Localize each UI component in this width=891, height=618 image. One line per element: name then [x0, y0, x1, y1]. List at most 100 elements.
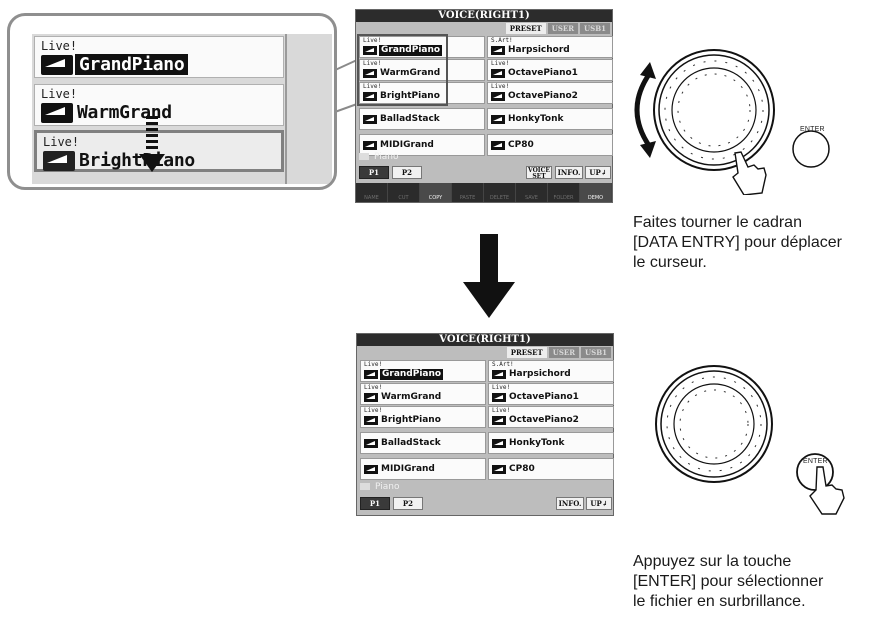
voice-set-label-2: SET: [532, 173, 546, 180]
voice-grid: Live! GrandPiano Live! WarmGrand Live! B…: [357, 34, 613, 161]
piano-icon: [43, 151, 75, 171]
caption-rotate: Faites tourner le cadran [DATA ENTRY] po…: [633, 213, 842, 273]
folder-path: Piano: [359, 151, 398, 163]
voice-item[interactable]: BalladStack: [360, 432, 486, 454]
zoom-voice-prefix: Live!: [41, 39, 78, 53]
voice-item[interactable]: Live! GrandPiano: [360, 360, 486, 382]
keyboard-icon: [491, 92, 505, 101]
voice-item[interactable]: Live! OctavePiano1: [488, 383, 614, 405]
piano-icon: [363, 115, 377, 124]
selection-cursor: [357, 34, 448, 106]
up-button[interactable]: UP↲: [585, 166, 611, 179]
voice-prefix: Live!: [364, 384, 383, 391]
voice-item[interactable]: CP80: [487, 134, 613, 156]
voice-name: HonkyTonk: [508, 114, 564, 124]
arrow-down-icon: [139, 116, 165, 176]
keyboard-icon: [492, 393, 506, 402]
tab-bar: PRESET USER USB1: [506, 347, 611, 358]
voice-prefix: Live!: [364, 407, 383, 414]
up-button[interactable]: UP↲: [586, 497, 612, 510]
tab-usb1[interactable]: USB1: [580, 23, 610, 34]
voice-prefix: Live!: [492, 384, 511, 391]
voice-item[interactable]: CP80: [488, 458, 614, 480]
piano-icon: [363, 141, 377, 150]
tab-usb1[interactable]: USB1: [581, 347, 611, 358]
piano-icon: [491, 46, 505, 55]
voice-item[interactable]: BalladStack: [359, 108, 485, 130]
enter-button[interactable]: [792, 130, 830, 168]
demo-button[interactable]: DEMO: [580, 183, 612, 202]
voice-name: OctavePiano2: [509, 415, 579, 425]
folder-name: Piano: [375, 482, 400, 492]
delete-button[interactable]: DELETE: [484, 183, 516, 202]
voice-item[interactable]: Live! WarmGrand: [360, 383, 486, 405]
voice-item[interactable]: Live! BrightPiano: [360, 406, 486, 428]
piano-icon: [364, 439, 378, 448]
copy-button[interactable]: COPY: [420, 183, 452, 202]
folder-icon: [359, 153, 369, 160]
cut-button[interactable]: CUT: [388, 183, 420, 202]
info-button[interactable]: INFO.: [556, 497, 584, 510]
zoom-callout: Live! GrandPiano Live! WarmGrand Live! B…: [7, 13, 337, 190]
voice-item[interactable]: MIDIGrand: [360, 458, 486, 480]
paste-button[interactable]: PASTE: [452, 183, 484, 202]
voice-prefix: S.Art!: [491, 37, 513, 44]
voice-name: MIDIGrand: [381, 464, 435, 474]
arrow-down-icon: [463, 234, 515, 318]
voice-name: GrandPiano: [380, 369, 444, 380]
voice-item[interactable]: S.Art! Harpsichord: [487, 36, 613, 58]
voice-prefix: Live!: [492, 407, 511, 414]
data-entry-dial[interactable]: [655, 365, 773, 483]
voice-name: CP80: [509, 464, 535, 474]
lcd-screen-bottom: VOICE(RIGHT1) PRESET USER USB1 Live! Gra…: [356, 333, 614, 516]
piano-icon: [364, 370, 378, 379]
piano-icon: [364, 393, 378, 402]
voice-name: Harpsichord: [508, 45, 570, 55]
function-bar: NAME CUT COPY PASTE DELETE SAVE FOLDER D…: [356, 183, 612, 202]
page-1-button[interactable]: P1: [359, 166, 389, 179]
tab-preset[interactable]: PRESET: [505, 23, 546, 34]
tab-user[interactable]: USER: [547, 23, 579, 34]
enter-label-bottom: ENTER: [803, 458, 828, 465]
voice-item[interactable]: HonkyTonk: [487, 108, 613, 130]
voice-name: OctavePiano2: [508, 91, 578, 101]
zoom-column-divider: [285, 34, 287, 184]
page-2-button[interactable]: P2: [393, 497, 423, 510]
folder-button[interactable]: FOLDER: [548, 183, 580, 202]
folder-icon: [360, 483, 370, 490]
zoom-voice-name: BrightPiano: [79, 150, 195, 171]
name-button[interactable]: NAME: [356, 183, 388, 202]
caption-line: Appuyez sur la touche: [633, 553, 792, 570]
screen-title: VOICE(RIGHT1): [356, 10, 612, 22]
keyboard-icon: [491, 115, 505, 124]
voice-prefix: Live!: [364, 361, 383, 368]
folder-path: Piano: [360, 481, 399, 493]
caption-line: Faites tourner le cadran: [633, 214, 802, 231]
page-1-button[interactable]: P1: [360, 497, 390, 510]
voice-grid: Live! GrandPiano Live! WarmGrand Live! B…: [360, 360, 614, 485]
caption-line: [DATA ENTRY] pour déplacer: [633, 234, 842, 251]
save-button[interactable]: SAVE: [516, 183, 548, 202]
keyboard-icon: [491, 141, 505, 150]
zoom-voice-item[interactable]: Live! GrandPiano: [34, 36, 284, 78]
page-2-button[interactable]: P2: [392, 166, 422, 179]
voice-name: CP80: [508, 140, 534, 150]
voice-set-button[interactable]: VOICE SET: [526, 166, 552, 180]
voice-item[interactable]: S.Art! Harpsichord: [488, 360, 614, 382]
info-button[interactable]: INFO.: [555, 166, 583, 179]
piano-icon: [41, 103, 73, 123]
tab-preset[interactable]: PRESET: [506, 347, 547, 358]
voice-item[interactable]: Live! OctavePiano2: [488, 406, 614, 428]
voice-name: BalladStack: [380, 114, 440, 124]
voice-item[interactable]: Live! OctavePiano1: [487, 59, 613, 81]
tab-user[interactable]: USER: [548, 347, 580, 358]
voice-name: BrightPiano: [381, 415, 441, 425]
data-entry-dial-illustration: [634, 49, 830, 195]
voice-name: WarmGrand: [381, 392, 442, 402]
keyboard-icon: [492, 416, 506, 425]
voice-item[interactable]: HonkyTonk: [488, 432, 614, 454]
voice-item[interactable]: Live! OctavePiano2: [487, 82, 613, 104]
voice-name: BalladStack: [381, 438, 441, 448]
data-entry-dial[interactable]: [653, 49, 775, 171]
folder-name: Piano: [374, 152, 399, 162]
